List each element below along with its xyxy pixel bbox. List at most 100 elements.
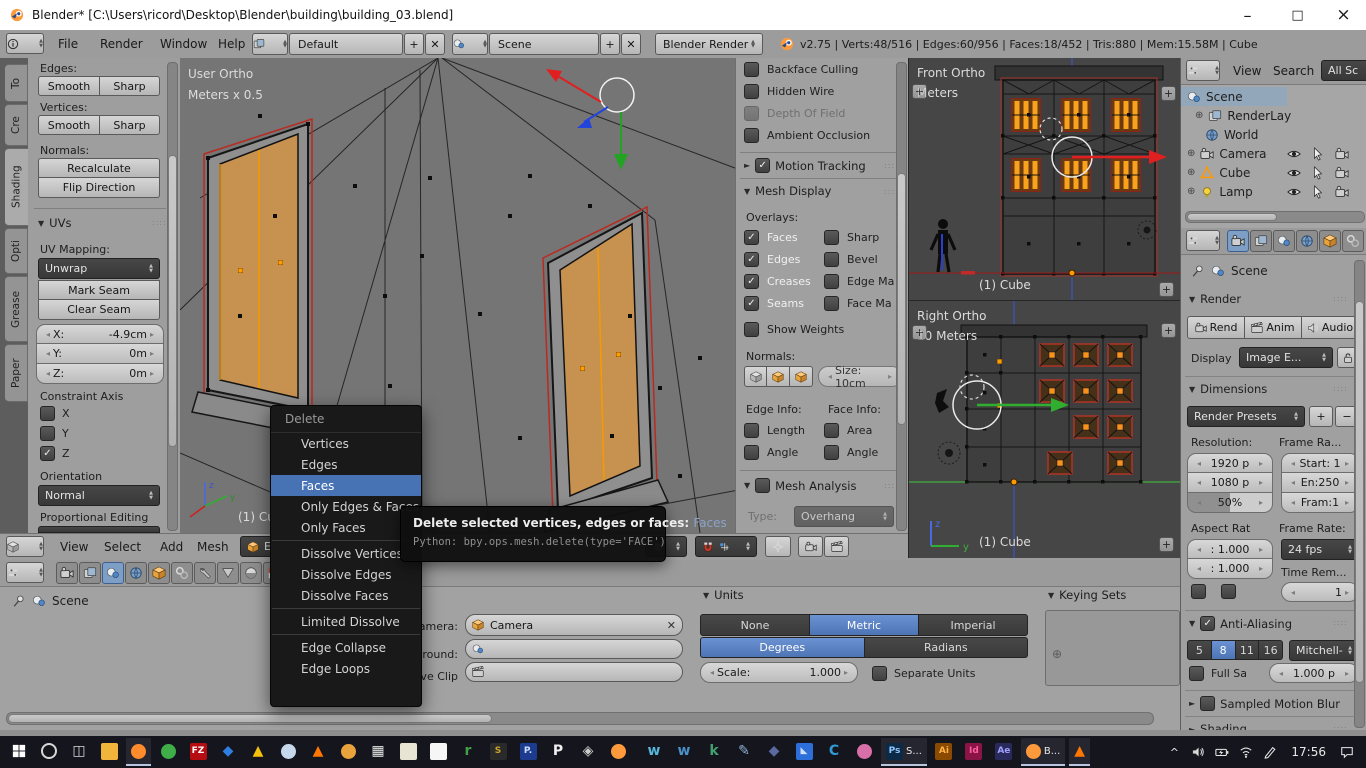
background-set-field[interactable]: [465, 639, 683, 659]
units-none-button[interactable]: None: [700, 614, 810, 636]
screen-layout-icon-button[interactable]: ▲▼: [252, 33, 288, 55]
preset-add-button[interactable]: +: [1309, 406, 1333, 427]
clear-seam-button[interactable]: Clear Seam: [38, 300, 160, 320]
taskbar-item-pen-app[interactable]: ✎: [731, 738, 757, 766]
mark-seam-button[interactable]: Mark Seam: [38, 280, 160, 300]
aspect-y-field[interactable]: : 1.000: [1187, 559, 1273, 579]
panel-open-plus-button[interactable]: +: [1161, 86, 1176, 101]
hidden-wire-row[interactable]: Hidden Wire: [744, 84, 834, 99]
tab-world[interactable]: [1296, 230, 1318, 252]
menu-item-dissolve-faces[interactable]: Dissolve Faces: [271, 585, 421, 606]
animation-button[interactable]: Anim: [1245, 316, 1302, 339]
edge-angle-row[interactable]: Angle: [744, 445, 798, 460]
taskbar-item-vlc-running[interactable]: ▲: [1069, 738, 1090, 766]
tab-world[interactable]: [125, 562, 147, 584]
taskbar-item-document-app[interactable]: [425, 738, 451, 766]
camera-toggle-icon[interactable]: [1335, 147, 1349, 161]
editor-type-properties-button[interactable]: ▲▼: [6, 562, 44, 583]
vertex-normals-button[interactable]: [744, 366, 767, 387]
faces-checkbox[interactable]: [744, 230, 759, 245]
face-area-row[interactable]: Area: [824, 423, 872, 438]
sharp-checkbox[interactable]: [824, 230, 839, 245]
tab-options[interactable]: Opti: [5, 228, 28, 274]
hidden-wire-checkbox[interactable]: [744, 84, 759, 99]
taskbar-item-blender-pinned[interactable]: [605, 738, 631, 766]
toolshelf-scrollbar[interactable]: [167, 62, 178, 531]
opengl-anim-button[interactable]: [824, 536, 849, 557]
units-system-segment[interactable]: None Metric Imperial: [700, 614, 1028, 636]
backface-culling-row[interactable]: Backface Culling: [744, 62, 858, 77]
toolshelf-scrollbar-thumb[interactable]: [168, 155, 177, 447]
dof-row[interactable]: Depth Of Field: [744, 106, 845, 121]
taskbar-item-firefox[interactable]: [126, 738, 151, 766]
taskbar-item-photoshop[interactable]: PsS...: [881, 738, 927, 766]
outliner-hscrollbar-thumb[interactable]: [1187, 213, 1277, 221]
cursor-icon[interactable]: [1311, 166, 1325, 180]
menu-item-edge-collapse[interactable]: Edge Collapse: [271, 637, 421, 658]
overlay-face-marks-row[interactable]: Face Ma: [824, 296, 892, 311]
menu-add[interactable]: Add: [160, 540, 183, 554]
full-sample-checkbox[interactable]: [1189, 666, 1204, 681]
menu-item-vertices[interactable]: Vertices: [271, 433, 421, 454]
area-checkbox[interactable]: [824, 423, 839, 438]
resolution-percentage-slider[interactable]: 50%: [1187, 493, 1273, 513]
overlay-sharp-row[interactable]: Sharp: [824, 230, 879, 245]
outliner-filter-dropdown[interactable]: All Sc: [1321, 60, 1366, 81]
menu-item-edge-loops[interactable]: Edge Loops: [271, 658, 421, 679]
opengl-render-button[interactable]: [798, 536, 823, 557]
anti-aliasing-panel-header[interactable]: ▼ Anti-Aliasing: [1189, 616, 1292, 631]
resolution-x-field[interactable]: 1920 p: [1187, 453, 1273, 473]
overlay-seams-row[interactable]: Seams: [744, 296, 804, 311]
z-value-field[interactable]: Z:0m: [36, 364, 164, 384]
tab-object[interactable]: [1319, 230, 1341, 252]
units-radians-button[interactable]: Radians: [865, 637, 1029, 658]
aa-filter-dropdown[interactable]: Mitchell- ▲▼: [1289, 640, 1359, 661]
axis-x-checkbox[interactable]: [40, 406, 55, 421]
analysis-type-dropdown[interactable]: Overhang ▲▼: [794, 506, 894, 527]
flip-direction-button[interactable]: Flip Direction: [38, 178, 160, 198]
vertices-smooth-button[interactable]: Smooth: [38, 115, 100, 135]
close-button[interactable]: ×: [1321, 2, 1366, 28]
speaker-icon[interactable]: [1187, 738, 1209, 766]
menu-help[interactable]: Help: [218, 37, 245, 51]
uvs-panel-header[interactable]: ▼ UVs: [38, 216, 71, 230]
units-imperial-button[interactable]: Imperial: [919, 614, 1028, 636]
tab-create[interactable]: Cre: [5, 104, 28, 146]
aa-samples-5[interactable]: 5: [1187, 640, 1212, 660]
keying-sets-panel-header[interactable]: ▼ Keying Sets: [1048, 588, 1126, 602]
aa-samples-16[interactable]: 16: [1259, 640, 1283, 660]
taskbar-item-start[interactable]: [6, 738, 32, 766]
face-marks-checkbox[interactable]: [824, 296, 839, 311]
show-weights-row[interactable]: Show Weights: [744, 322, 844, 337]
camera-toggle-icon[interactable]: [1335, 166, 1349, 180]
separate-units-row[interactable]: Separate Units: [872, 666, 975, 681]
layout-add-button[interactable]: +: [404, 33, 424, 55]
panel-grip[interactable]: ::::: [1333, 618, 1348, 627]
tray-expand-caret[interactable]: ^: [1163, 738, 1185, 766]
eye-icon[interactable]: [1287, 185, 1301, 199]
overlay-edge-marks-row[interactable]: Edge Ma: [824, 274, 894, 289]
edge-angle-checkbox[interactable]: [744, 445, 759, 460]
unwrap-dropdown[interactable]: Unwrap ▲▼: [38, 258, 160, 279]
scene-icon-button[interactable]: ▲▼: [452, 33, 488, 55]
tab-material[interactable]: [240, 562, 262, 584]
front-ortho-viewport[interactable]: Front Ortho Meters (1) Cube + + +: [908, 58, 1181, 301]
taskbar-item-p-letter-app[interactable]: P: [545, 738, 571, 766]
aspect-x-field[interactable]: : 1.000: [1187, 539, 1273, 559]
cursor-icon[interactable]: [1311, 147, 1325, 161]
tab-data[interactable]: [217, 562, 239, 584]
add-keying-set-icon[interactable]: ⊕: [1052, 647, 1062, 661]
separate-units-checkbox[interactable]: [872, 666, 887, 681]
tab-object[interactable]: [148, 562, 170, 584]
sampled-motion-blur-panel-header[interactable]: ► Sampled Motion Blur: [1189, 696, 1340, 711]
snap-dropdown[interactable]: ▲▼: [695, 536, 757, 557]
axis-x-checkbox-row[interactable]: X: [40, 406, 70, 421]
overlay-creases-row[interactable]: Creases: [744, 274, 811, 289]
render-presets-dropdown[interactable]: Render Presets ▲▼: [1187, 406, 1305, 427]
properties-scrollbar[interactable]: [1354, 260, 1365, 728]
taskbar-item-google-drive[interactable]: ▲: [245, 738, 271, 766]
edge-length-row[interactable]: Length: [744, 423, 805, 438]
scene-add-button[interactable]: +: [600, 33, 620, 55]
panel-open-plus-button[interactable]: +: [912, 84, 927, 99]
panel-open-plus-button[interactable]: +: [1159, 537, 1174, 552]
